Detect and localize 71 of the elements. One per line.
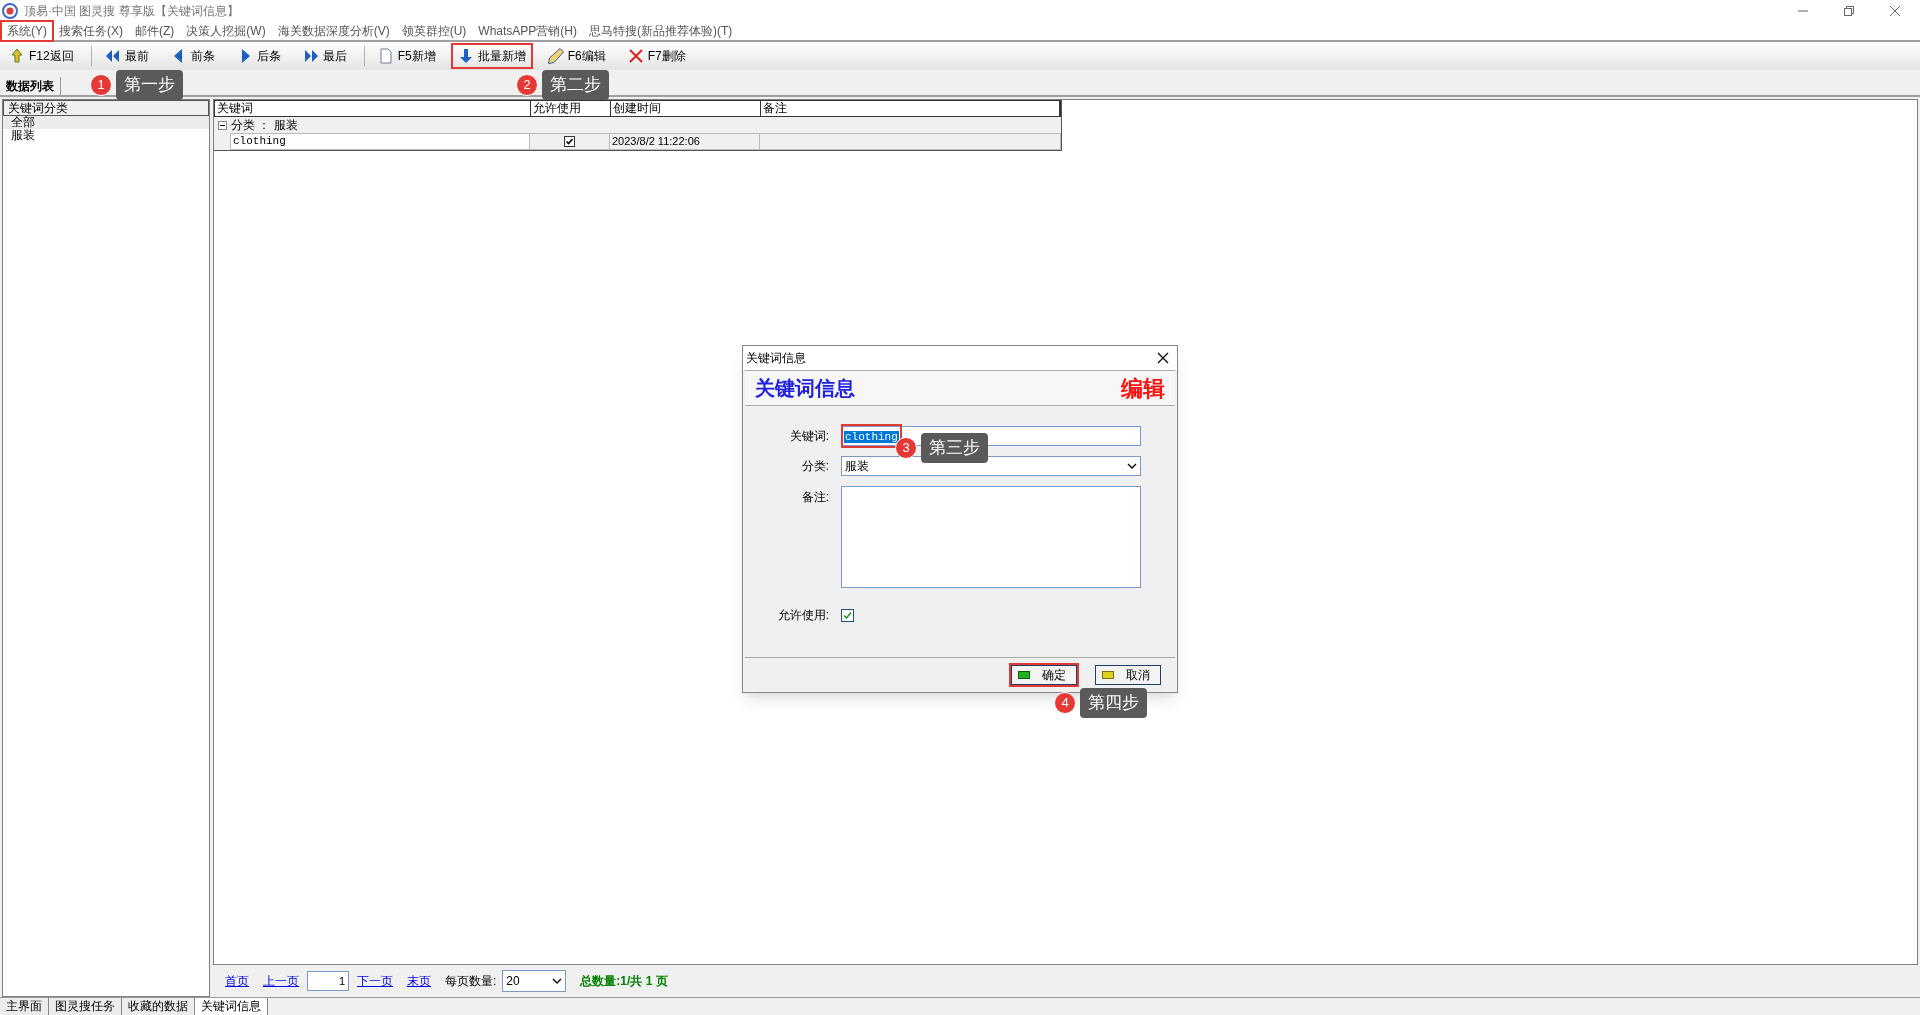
field-label: 关键词: [788, 428, 829, 445]
pencil-icon [547, 48, 564, 64]
cancel-button[interactable]: 取消 [1095, 665, 1161, 685]
checkbox[interactable] [841, 608, 854, 622]
toolbar-button[interactable]: 前条 [165, 45, 220, 67]
dialog-title: 关键词信息 [746, 350, 806, 367]
window-title: 顶易·中国 图灵搜 尊享版【关键词信息】 [24, 3, 239, 20]
menu-item[interactable]: 思马特搜(新品推荐体验)(T) [584, 22, 738, 40]
last-page-link[interactable]: 末页 [407, 972, 431, 990]
category-item[interactable]: 全部 [3, 116, 209, 129]
total-count: 总数量:1/共 1 页 [580, 973, 668, 990]
note-field[interactable] [841, 486, 1141, 588]
previous-page-link[interactable]: 上一页 [263, 972, 299, 990]
cancel-indicator-icon [1102, 671, 1114, 679]
ok-indicator-icon [1018, 671, 1030, 679]
page-field[interactable]: 1 [307, 971, 349, 991]
toolbar-button[interactable]: F6编辑 [542, 45, 611, 67]
toolbar-button[interactable]: 最前 [99, 45, 154, 67]
per-page-label: 每页数量: [445, 973, 497, 990]
step-number-badge: 1 [90, 73, 112, 96]
column-header: 关键词分类 [3, 100, 209, 116]
next-page-link[interactable]: 下一页 [357, 972, 393, 990]
double-left-arrow-icon [104, 48, 121, 64]
toolbar-button[interactable]: F5新增 [372, 45, 441, 67]
menu-item[interactable]: 海关数据深度分析(V) [272, 22, 395, 40]
document-icon [377, 48, 394, 64]
toolbar-button[interactable]: 批量新增 [452, 45, 531, 67]
step-callout: 第一步 [116, 70, 183, 100]
step-callout: 第二步 [542, 70, 609, 100]
column-header: 允许使用 [531, 101, 611, 116]
chevron-down-icon [552, 978, 563, 984]
chevron-down-icon [1127, 463, 1137, 469]
bottom-tab[interactable]: 收藏的数据 [122, 998, 195, 1015]
dialog-heading: 关键词信息 [755, 375, 855, 402]
bottom-tab[interactable]: 图灵搜任务 [49, 998, 122, 1015]
up-arrow-icon [9, 48, 25, 64]
menu-item[interactable]: 邮件(Z) [130, 22, 180, 40]
table-cell: clothing [230, 133, 530, 150]
menu-item[interactable]: WhatsAPP营销(H) [473, 22, 582, 40]
mode-label: 编辑 [1121, 373, 1165, 403]
per-page-select[interactable]: 20 [502, 970, 567, 992]
step-callout: 第三步 [921, 433, 988, 463]
toolbar-button[interactable]: 后条 [231, 45, 286, 67]
double-right-arrow-icon [302, 48, 319, 64]
group-label: 分类 ： 服装 [231, 117, 298, 134]
selected-text: clothing [844, 430, 899, 443]
checkbox[interactable] [564, 136, 575, 147]
step-callout: 第四步 [1080, 688, 1147, 718]
menu-item[interactable]: 决策人挖掘(W) [181, 22, 271, 40]
field-label: 备注: [800, 489, 829, 506]
bottom-tab[interactable]: 主界面 [0, 998, 49, 1015]
menu-item[interactable]: 系统(Y) [2, 22, 52, 40]
column-header: 备注 [761, 101, 1060, 116]
menu-item[interactable]: 领英群控(U) [396, 22, 472, 40]
close-icon[interactable] [1156, 351, 1170, 365]
column-header: 关键词 [215, 101, 531, 116]
column-header: 创建时间 [611, 101, 761, 116]
first-page-link[interactable]: 首页 [225, 972, 249, 990]
category-select[interactable]: 服装 [841, 456, 1141, 476]
delete-icon [627, 48, 644, 64]
ok-button[interactable]: 确定 [1011, 665, 1077, 685]
bottom-tab[interactable]: 关键词信息 [195, 998, 268, 1015]
collapse-icon[interactable] [218, 120, 227, 130]
field-label: 允许使用: [776, 607, 829, 624]
toolbar-button[interactable]: 最后 [297, 45, 352, 67]
toolbar-button[interactable]: F7删除 [622, 45, 691, 67]
step-number-badge: 2 [516, 73, 538, 96]
table-cell: 2023/8/2 11:22:06 [610, 133, 760, 150]
toolbar-button[interactable]: F12返回 [4, 45, 79, 67]
field-label: 分类: [800, 458, 829, 475]
menu-item[interactable]: 搜索任务(X) [54, 22, 128, 40]
